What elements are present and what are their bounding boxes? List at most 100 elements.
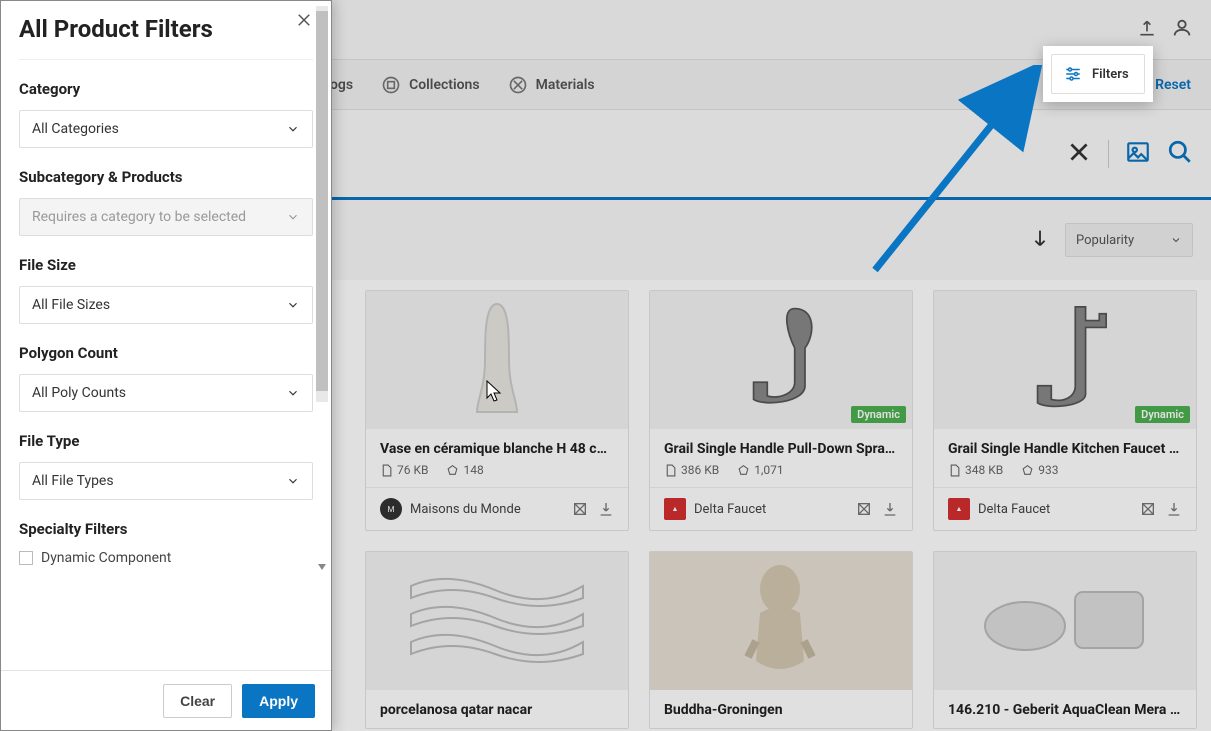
- checkbox-icon[interactable]: [19, 551, 33, 565]
- product-card[interactable]: Vase en céramique blanche H 48 cm … 76 K…: [365, 290, 629, 531]
- brand-name: Delta Faucet: [978, 502, 1050, 517]
- section-label: Specialty Filters: [19, 520, 313, 538]
- card-title: Buddha-Groningen: [650, 690, 912, 728]
- dynamic-component-checkbox[interactable]: Dynamic Component: [19, 550, 313, 566]
- search-icon[interactable]: [1167, 139, 1193, 169]
- brand-logo: M: [380, 498, 402, 520]
- tab-catalogs[interactable]: ogs: [330, 77, 353, 93]
- section-polycount: Polygon Count All Poly Counts: [1, 344, 331, 432]
- download-icon[interactable]: [1166, 501, 1182, 517]
- section-filetype: File Type All File Types: [1, 432, 331, 520]
- section-label: File Type: [19, 432, 313, 450]
- select-value: All Poly Counts: [32, 385, 126, 401]
- upload-icon[interactable]: [1137, 18, 1157, 42]
- poly-count: 1,071: [754, 463, 783, 477]
- sort-direction-icon[interactable]: [1029, 227, 1051, 253]
- sidebar-footer: Clear Apply: [1, 670, 331, 730]
- clear-button[interactable]: Clear: [163, 684, 232, 718]
- image-view-icon[interactable]: [1125, 139, 1151, 169]
- card-footer: M Maisons du Monde: [366, 487, 628, 530]
- card-thumbnail: [366, 291, 628, 429]
- poly-count: 148: [463, 463, 483, 477]
- section-label: Polygon Count: [19, 344, 313, 362]
- filters-label: Filters: [1092, 67, 1129, 82]
- clear-search-icon[interactable]: [1066, 139, 1092, 169]
- product-card[interactable]: Dynamic Grail Single Handle Pull-Down Sp…: [649, 290, 913, 531]
- reset-link[interactable]: Reset: [1155, 77, 1191, 93]
- tab-label: Collections: [409, 77, 479, 93]
- tab-materials[interactable]: Materials: [508, 75, 595, 95]
- subcategory-select: Requires a category to be selected: [19, 198, 313, 236]
- scroll-down-arrow-icon[interactable]: [316, 561, 328, 573]
- tab-label: ogs: [330, 77, 353, 93]
- card-thumbnail: [650, 552, 912, 690]
- sidebar-scrollbar-thumb[interactable]: [316, 11, 328, 391]
- brand-name: Delta Faucet: [694, 502, 766, 517]
- chevron-down-icon: [1170, 234, 1182, 246]
- select-value: All File Sizes: [32, 297, 110, 313]
- brand-logo: ▲: [948, 498, 970, 520]
- section-label: Subcategory & Products: [19, 168, 313, 186]
- category-select[interactable]: All Categories: [19, 110, 313, 148]
- polygon-icon: [446, 464, 459, 477]
- download-icon[interactable]: [598, 501, 614, 517]
- card-thumbnail: [934, 552, 1196, 690]
- section-category: Category All Categories: [1, 80, 331, 168]
- sort-select[interactable]: Popularity: [1065, 223, 1193, 257]
- chevron-down-icon: [286, 122, 300, 136]
- sliders-icon: [1064, 65, 1082, 83]
- card-meta: 348 KB 933: [934, 463, 1196, 487]
- chevron-down-icon: [286, 386, 300, 400]
- product-card[interactable]: Dynamic Grail Single Handle Kitchen Fauc…: [933, 290, 1197, 531]
- polycount-select[interactable]: All Poly Counts: [19, 374, 313, 412]
- card-thumbnail: Dynamic: [650, 291, 912, 429]
- dynamic-badge: Dynamic: [851, 406, 906, 423]
- select-placeholder: Requires a category to be selected: [32, 209, 246, 225]
- chevron-down-icon: [286, 210, 300, 224]
- file-size: 348 KB: [965, 463, 1003, 477]
- poly-count: 933: [1038, 463, 1058, 477]
- sidebar-title: All Product Filters: [19, 15, 213, 43]
- card-footer: ▲ Delta Faucet: [650, 487, 912, 530]
- section-subcategory: Subcategory & Products Requires a catego…: [1, 168, 331, 256]
- file-icon: [664, 464, 677, 477]
- product-card[interactable]: porcelanosa qatar nacar: [365, 551, 629, 729]
- apply-button[interactable]: Apply: [242, 684, 315, 718]
- configure-icon[interactable]: [1140, 501, 1156, 517]
- configure-icon[interactable]: [856, 501, 872, 517]
- filters-button[interactable]: Filters: [1051, 54, 1145, 94]
- product-card[interactable]: 146.210 - Geberit AquaClean Mera Co…: [933, 551, 1197, 729]
- polygon-icon: [737, 464, 750, 477]
- results-grid: Vase en céramique blanche H 48 cm … 76 K…: [365, 290, 1199, 731]
- card-title: 146.210 - Geberit AquaClean Mera Co…: [934, 690, 1196, 728]
- divider: [19, 59, 313, 60]
- chevron-down-icon: [286, 298, 300, 312]
- file-icon: [380, 464, 393, 477]
- user-icon[interactable]: [1171, 17, 1193, 43]
- card-title: Grail Single Handle Pull-Down Spray …: [650, 429, 912, 463]
- sort-label: Popularity: [1076, 233, 1134, 248]
- card-footer: ▲ Delta Faucet: [934, 487, 1196, 530]
- section-specialty: Specialty Filters Dynamic Component: [1, 520, 331, 574]
- section-label: Category: [19, 80, 313, 98]
- tab-collections[interactable]: Collections: [381, 75, 479, 95]
- filesize-select[interactable]: All File Sizes: [19, 286, 313, 324]
- card-thumbnail: [366, 552, 628, 690]
- section-filesize: File Size All File Sizes: [1, 256, 331, 344]
- section-label: File Size: [19, 256, 313, 274]
- tab-label: Materials: [536, 77, 595, 93]
- configure-icon[interactable]: [572, 501, 588, 517]
- brand-logo: ▲: [664, 498, 686, 520]
- filetype-select[interactable]: All File Types: [19, 462, 313, 500]
- product-card[interactable]: Buddha-Groningen: [649, 551, 913, 729]
- checkbox-label: Dynamic Component: [41, 550, 171, 566]
- file-size: 386 KB: [681, 463, 719, 477]
- polygon-icon: [1021, 464, 1034, 477]
- download-icon[interactable]: [882, 501, 898, 517]
- close-icon[interactable]: [295, 11, 313, 33]
- card-meta: 386 KB 1,071: [650, 463, 912, 487]
- card-title: Vase en céramique blanche H 48 cm …: [366, 429, 628, 463]
- card-title: porcelanosa qatar nacar: [366, 690, 628, 728]
- filters-sidebar: All Product Filters Category All Categor…: [0, 0, 332, 731]
- select-value: All Categories: [32, 121, 119, 137]
